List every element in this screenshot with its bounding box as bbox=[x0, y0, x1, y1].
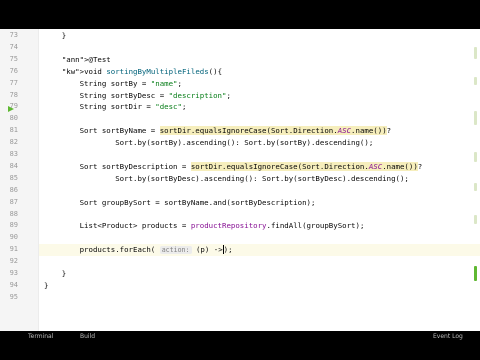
build-tab[interactable]: Build bbox=[80, 333, 95, 340]
editor-scrollbar[interactable] bbox=[474, 37, 478, 327]
line-number: 91 bbox=[9, 245, 18, 254]
event-log-tab[interactable]: Event Log bbox=[433, 333, 463, 340]
line-number: 93 bbox=[9, 269, 18, 277]
code-text: "ann">@Test bbox=[61, 54, 111, 64]
code-text: "kw">void sortingByMultipleFileds(){ bbox=[61, 66, 223, 76]
code-line[interactable]: 79 String sortDir = "desc"; bbox=[10, 101, 480, 113]
line-number: 94 bbox=[9, 280, 18, 289]
line-number: 82 bbox=[9, 138, 18, 147]
code-line[interactable]: 93 } bbox=[10, 268, 480, 280]
line-number: 85 bbox=[9, 173, 18, 182]
code-text: } bbox=[44, 31, 67, 40]
line-number: 84 bbox=[9, 161, 18, 170]
code-line[interactable]: 81 Sort sortByName = sortDir.equalsIgnor… bbox=[10, 125, 480, 137]
terminal-tab[interactable]: Terminal bbox=[28, 333, 53, 340]
code-line[interactable]: 85 Sort.by(sortByDesc).ascending(): Sort… bbox=[10, 173, 480, 185]
code-text: Sort sortByDescription = sortDir.equalsI… bbox=[44, 161, 423, 171]
code-line[interactable]: 87 Sort groupBySort = sortByName.and(sor… bbox=[10, 197, 480, 209]
line-number: 81 bbox=[9, 126, 18, 135]
code-line[interactable]: 77 String sortBy = "name"; bbox=[10, 78, 480, 90]
code-text: Sort.by(sortBy).ascending(): Sort.by(sor… bbox=[44, 138, 374, 148]
code-line[interactable]: 86 bbox=[10, 185, 480, 197]
line-number: 89 bbox=[9, 221, 18, 230]
code-line[interactable]: 74 bbox=[10, 42, 480, 54]
line-number: 88 bbox=[9, 209, 18, 218]
editor-frame: 73 } 74 75 "ann">@Test 76 "kw">void sorting… bbox=[0, 29, 480, 331]
code-text: String sortByDesc = "description"; bbox=[44, 90, 231, 100]
code-line[interactable]: 80 bbox=[10, 113, 480, 125]
code-line[interactable]: 76 "kw">void sortingByMultipleFileds(){ bbox=[10, 66, 480, 78]
code-text: String sortDir = "desc"; bbox=[44, 102, 187, 112]
line-number: 83 bbox=[9, 150, 18, 158]
line-number: 77 bbox=[9, 78, 18, 87]
line-number: 80 bbox=[9, 114, 18, 123]
code-line[interactable]: 92 bbox=[10, 256, 480, 268]
code-line[interactable]: 82 Sort.by(sortBy).ascending(): Sort.by(… bbox=[10, 137, 480, 149]
line-number: 92 bbox=[9, 257, 18, 266]
code-editor[interactable]: 73 } 74 75 "ann">@Test 76 "kw">void sorting… bbox=[10, 29, 480, 331]
code-line[interactable]: 83 bbox=[10, 149, 480, 161]
code-line[interactable]: 95 bbox=[10, 292, 480, 304]
code-line[interactable]: 78 String sortByDesc = "description"; bbox=[10, 90, 480, 102]
code-text: Sort sortByName = sortDir.equalsIgnoreCa… bbox=[44, 126, 392, 136]
line-number: 74 bbox=[9, 42, 18, 51]
bottom-tool-window-bar: Terminal Build Event Log bbox=[0, 331, 480, 360]
code-line[interactable]: 73 } bbox=[10, 30, 480, 42]
code-text: Sort.by(sortByDesc).ascending(): Sort.by… bbox=[44, 173, 409, 183]
code-text: String sortBy = "name"; bbox=[44, 78, 182, 88]
code-text: Sort groupBySort = sortByName.and(sortBy… bbox=[44, 197, 316, 207]
code-line[interactable]: 91 products.forEach( action: (p) ->); bbox=[10, 244, 480, 257]
line-number: 87 bbox=[9, 197, 18, 206]
code-text: List<Product> products = productReposito… bbox=[44, 221, 365, 231]
line-number: 95 bbox=[9, 292, 18, 301]
line-number: 75 bbox=[9, 54, 18, 63]
line-number: 90 bbox=[9, 233, 18, 242]
line-number: 86 bbox=[9, 185, 18, 194]
line-number: 78 bbox=[9, 90, 18, 99]
code-line[interactable]: 88 bbox=[10, 209, 480, 221]
line-number: 73 bbox=[9, 31, 18, 39]
code-text: } bbox=[44, 269, 67, 278]
line-number: 79 bbox=[9, 102, 18, 111]
code-line[interactable]: 90 bbox=[10, 232, 480, 244]
code-line[interactable]: 89 List<Product> products = productRepos… bbox=[10, 220, 480, 232]
code-text: } bbox=[44, 280, 49, 290]
code-line[interactable]: 94} bbox=[10, 280, 480, 292]
line-number: 76 bbox=[9, 66, 18, 75]
code-line[interactable]: 75 "ann">@Test bbox=[10, 54, 480, 66]
code-line[interactable]: 84 Sort sortByDescription = sortDir.equa… bbox=[10, 161, 480, 173]
